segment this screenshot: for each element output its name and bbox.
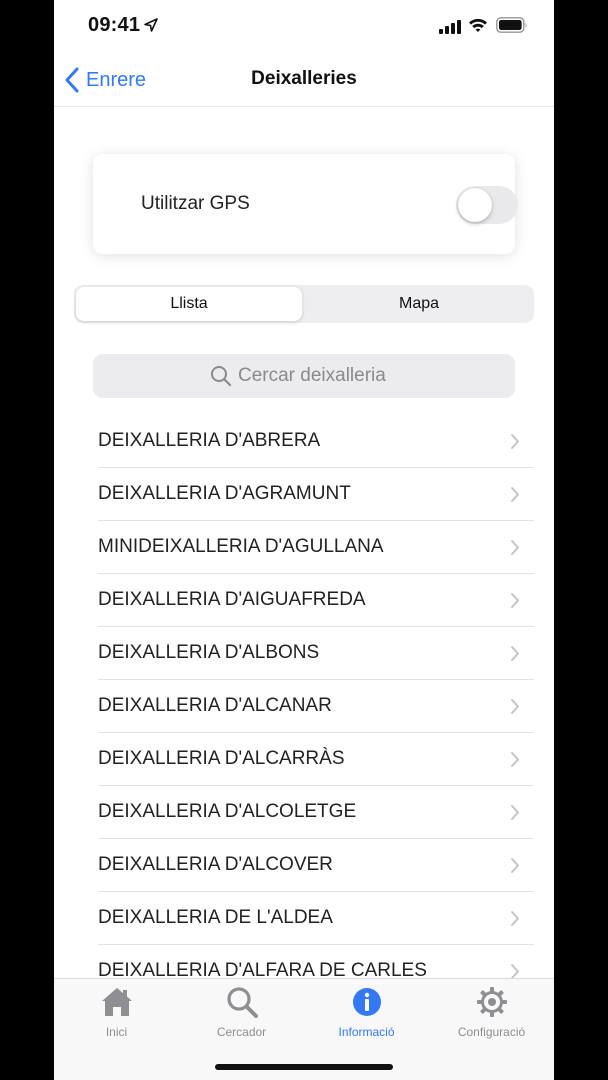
- navigation-bar: Enrere Deixalleries: [54, 54, 554, 107]
- chevron-right-icon: [511, 487, 519, 502]
- chevron-right-icon: [511, 540, 519, 555]
- list-item-label: DEIXALLERIA D'ABRERA: [98, 430, 321, 451]
- search-input[interactable]: [238, 365, 398, 387]
- list-item-label: DEIXALLERIA D'ALCOLETGE: [98, 801, 357, 822]
- search-bar[interactable]: [93, 354, 515, 398]
- tab-cercador[interactable]: Cercador: [179, 985, 304, 1045]
- chevron-right-icon: [511, 434, 519, 449]
- gps-label: Utilitzar GPS: [141, 193, 250, 214]
- tab-label-cercador: Cercador: [216, 1025, 267, 1039]
- view-segmented-control: Llista Mapa: [74, 285, 534, 323]
- chevron-right-icon: [511, 858, 519, 873]
- list-item-label: DEIXALLERIA DE L'ALDEA: [98, 907, 333, 928]
- wifi-icon: [469, 18, 487, 32]
- toggle-knob: [458, 188, 492, 222]
- tab-configuracio[interactable]: Configuració: [429, 985, 554, 1045]
- recycling-center-list: DEIXALLERIA D'ABRERA DEIXALLERIA D'AGRAMU…: [98, 415, 534, 998]
- chevron-right-icon: [511, 699, 519, 714]
- chevron-right-icon: [511, 752, 519, 767]
- list-item[interactable]: DEIXALLERIA D'ALCOVER: [98, 839, 534, 892]
- segment-map[interactable]: Mapa: [306, 287, 532, 321]
- cellular-signal-icon: [439, 20, 461, 34]
- list-item[interactable]: MINIDEIXALLERIA D'AGULLANA: [98, 521, 534, 574]
- info-icon: [352, 988, 381, 1016]
- list-item[interactable]: DEIXALLERIA D'ALCOLETGE: [98, 786, 534, 839]
- app-screen: 09:41 Enrere Deixalleries Utilitzar GPS …: [54, 0, 554, 1080]
- list-item[interactable]: DEIXALLERIA D'ALBONS: [98, 627, 534, 680]
- tab-label-configuracio: Configuració: [457, 1025, 526, 1039]
- location-arrow-icon: [144, 18, 158, 32]
- status-bar: 09:41: [54, 0, 554, 54]
- list-item-label: DEIXALLERIA D'AIGUAFREDA: [98, 589, 366, 610]
- chevron-right-icon: [511, 646, 519, 661]
- list-item-label: DEIXALLERIA D'ALCARRÀS: [98, 748, 345, 769]
- list-item-label: MINIDEIXALLERIA D'AGULLANA: [98, 536, 384, 557]
- tab-label-informacio: Informació: [338, 1025, 395, 1039]
- battery-icon: [496, 17, 527, 33]
- search-icon: [211, 366, 232, 387]
- chevron-right-icon: [511, 805, 519, 820]
- page-title: Deixalleries: [251, 68, 357, 89]
- list-item-label: DEIXALLERIA D'ALBONS: [98, 642, 320, 663]
- list-item[interactable]: DEIXALLERIA D'ALCANAR: [98, 680, 534, 733]
- list-item[interactable]: DEIXALLERIA DE L'ALDEA: [98, 892, 534, 945]
- segment-list[interactable]: Llista: [76, 287, 302, 321]
- magnifier-icon: [226, 987, 258, 1018]
- tab-informacio[interactable]: Informació: [304, 985, 429, 1045]
- house-icon: [101, 988, 132, 1016]
- chevron-right-icon: [511, 593, 519, 608]
- tab-inici[interactable]: Inici: [54, 985, 179, 1045]
- home-indicator: [215, 1064, 393, 1070]
- gps-toggle[interactable]: [456, 186, 518, 224]
- list-item[interactable]: DEIXALLERIA D'AGRAMUNT: [98, 468, 534, 521]
- gear-icon: [476, 987, 507, 1017]
- chevron-right-icon: [511, 911, 519, 926]
- list-item-label: DEIXALLERIA D'ALCANAR: [98, 695, 332, 716]
- list-item[interactable]: DEIXALLERIA D'ALCARRÀS: [98, 733, 534, 786]
- status-time: 09:41: [88, 14, 141, 36]
- list-item[interactable]: DEIXALLERIA D'AIGUAFREDA: [98, 574, 534, 627]
- list-item[interactable]: DEIXALLERIA D'ABRERA: [98, 415, 534, 468]
- tab-label-inici: Inici: [105, 1025, 128, 1039]
- list-item-label: DEIXALLERIA D'AGRAMUNT: [98, 483, 351, 504]
- gps-card: Utilitzar GPS: [93, 154, 518, 254]
- list-item-label: DEIXALLERIA D'ALCOVER: [98, 854, 333, 875]
